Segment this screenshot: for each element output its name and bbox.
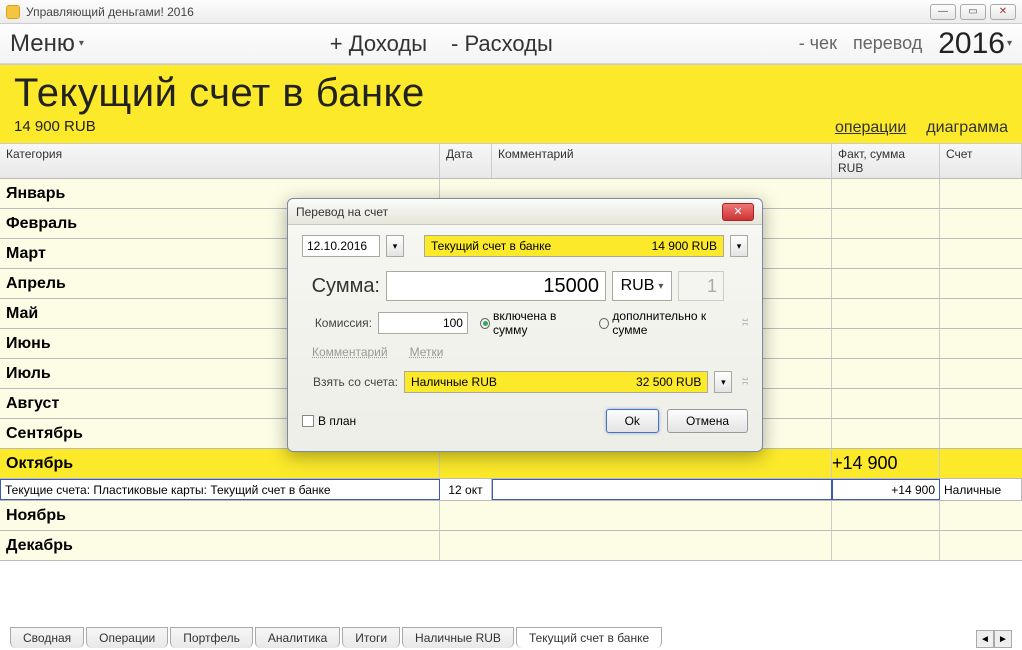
col-comment: Комментарий (492, 144, 832, 178)
tab-operations[interactable]: операции (835, 119, 906, 137)
menu-button[interactable]: Меню▾ (10, 30, 84, 58)
op-category[interactable]: Текущие счета: Пластиковые карты: Текущи… (0, 479, 440, 500)
ok-button[interactable]: Ok (606, 409, 659, 433)
window-title: Управляющий деньгами! 2016 (26, 5, 194, 19)
transfer-button[interactable]: перевод (853, 33, 922, 54)
col-date: Дата (440, 144, 492, 178)
op-sum: +14 900 (832, 479, 940, 500)
btab-current-account[interactable]: Текущий счет в банке (516, 627, 662, 648)
operation-row[interactable]: Текущие счета: Пластиковые карты: Текущи… (0, 479, 1022, 501)
btab-totals[interactable]: Итоги (342, 627, 400, 648)
btab-analytics[interactable]: Аналитика (255, 627, 340, 648)
tab-chart[interactable]: диаграмма (926, 119, 1008, 137)
currency-select[interactable]: RUB▾ (612, 271, 672, 301)
to-account-field[interactable]: Текущий счет в банке 14 900 RUB (424, 235, 724, 257)
bottom-tabs: Сводная Операции Портфель Аналитика Итог… (10, 622, 1012, 648)
btab-cash[interactable]: Наличные RUB (402, 627, 514, 648)
btab-portfolio[interactable]: Портфель (170, 627, 253, 648)
bracket-icon: ⎶ (742, 315, 748, 332)
chevron-down-icon: ▾ (1007, 38, 1012, 49)
chevron-down-icon: ▾ (79, 38, 84, 49)
tab-scroll-right[interactable]: ► (994, 630, 1012, 648)
account-header: Текущий счет в банке 14 900 RUB операции… (0, 64, 1022, 144)
sum-input[interactable] (386, 271, 606, 301)
op-date: 12 окт (440, 479, 492, 500)
add-income-button[interactable]: + Доходы (330, 31, 427, 57)
close-button[interactable]: ✕ (990, 4, 1016, 20)
window-titlebar: Управляющий деньгами! 2016 — ▭ ✕ (0, 0, 1022, 24)
btab-operations[interactable]: Операции (86, 627, 168, 648)
month-row-nov[interactable]: Ноябрь (0, 501, 1022, 531)
check-button[interactable]: - чек (799, 33, 837, 54)
year-selector[interactable]: 2016▾ (938, 27, 1012, 61)
date-input[interactable] (302, 235, 380, 257)
month-row-dec[interactable]: Декабрь (0, 531, 1022, 561)
dialog-titlebar[interactable]: Перевод на счет ✕ (288, 199, 762, 225)
btab-summary[interactable]: Сводная (10, 627, 84, 648)
tags-link[interactable]: Метки (410, 345, 444, 359)
maximize-button[interactable]: ▭ (960, 4, 986, 20)
fee-input[interactable] (378, 312, 468, 334)
op-account: Наличные (940, 479, 1022, 500)
col-sum: Факт, сумма RUB (832, 144, 940, 178)
minimize-button[interactable]: — (930, 4, 956, 20)
plan-checkbox[interactable]: В план (302, 414, 356, 428)
col-category: Категория (0, 144, 440, 178)
from-account-field[interactable]: Наличные RUB 32 500 RUB (404, 371, 708, 393)
comment-link[interactable]: Комментарий (312, 345, 388, 359)
from-label: Взять со счета: (302, 375, 398, 389)
bracket-icon: ⎶ (742, 374, 748, 391)
cancel-button[interactable]: Отмена (667, 409, 748, 433)
to-account-dropdown[interactable]: ▾ (730, 235, 748, 257)
fee-extra-radio[interactable]: дополнительно к сумме (599, 309, 730, 337)
op-comment[interactable] (492, 479, 832, 500)
sum-label: Сумма: (302, 275, 380, 298)
rate-box: 1 (678, 271, 724, 301)
transfer-dialog: Перевод на счет ✕ ▾ Текущий счет в банке… (287, 198, 763, 452)
col-account: Счет (940, 144, 1022, 178)
from-account-dropdown[interactable]: ▾ (714, 371, 732, 393)
grid-header: Категория Дата Комментарий Факт, сумма R… (0, 144, 1022, 179)
add-expense-button[interactable]: - Расходы (451, 31, 553, 57)
fee-included-radio[interactable]: включена в сумму (480, 309, 583, 337)
date-dropdown[interactable]: ▾ (386, 235, 404, 257)
main-toolbar: Меню▾ + Доходы - Расходы - чек перевод 2… (0, 24, 1022, 64)
fee-label: Комиссия: (302, 316, 372, 330)
app-icon (6, 5, 20, 19)
month-row-oct[interactable]: Октябрь+14 900 (0, 449, 1022, 479)
account-title: Текущий счет в банке (14, 71, 1008, 116)
dialog-close-button[interactable]: ✕ (722, 203, 754, 221)
dialog-title: Перевод на счет (296, 205, 388, 219)
tab-scroll-left[interactable]: ◄ (976, 630, 994, 648)
